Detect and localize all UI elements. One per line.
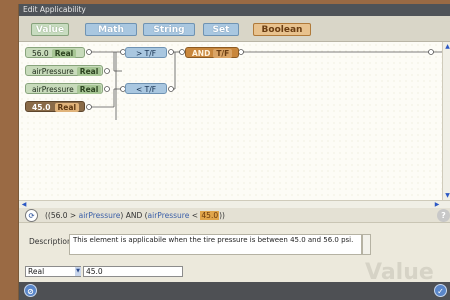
expr-prefix: ((56.0 >: [45, 211, 79, 220]
palette-set-label: Set: [212, 25, 230, 35]
block-greater-than[interactable]: > T/F: [125, 47, 167, 58]
edit-applicability-dialog: Edit Applicability Value Math String Set…: [18, 4, 450, 300]
cancel-icon[interactable]: ⊘: [24, 284, 37, 297]
palette-string-button[interactable]: String: [143, 23, 195, 36]
expr-mid: ) AND (: [120, 211, 148, 220]
dialog-title: Edit Applicability: [19, 4, 450, 16]
palette-math-label: Math: [98, 25, 124, 35]
expression-preview-bar: ⟳ ((56.0 > airPressure) AND (airPressure…: [19, 208, 450, 223]
type-select-value: Real: [28, 267, 45, 276]
block-number-56-value: 56.0: [32, 49, 49, 58]
expr-var1: airPressure: [78, 211, 121, 220]
value-input[interactable]: 45.0: [83, 266, 183, 277]
description-label: Description: [29, 237, 72, 246]
block-and-type: T/F: [213, 49, 233, 58]
block-number-45[interactable]: 45.0 Real: [25, 101, 85, 112]
block-and[interactable]: AND T/F: [185, 47, 239, 58]
palette-string-label: String: [153, 25, 185, 35]
help-icon[interactable]: ?: [437, 209, 450, 222]
palette-math-button[interactable]: Math: [85, 23, 137, 36]
block-variable-airpressure-1[interactable]: airPressure Real: [25, 65, 103, 76]
palette-value-label: Value: [35, 25, 65, 35]
scroll-up-icon[interactable]: ▲: [444, 43, 450, 50]
window-frame-left: [0, 0, 18, 300]
canvas-horizontal-scrollbar[interactable]: ◀ ▶: [19, 200, 450, 208]
description-field[interactable]: This element is applicabile when the tir…: [69, 234, 362, 255]
dialog-footer: ⊘ ✓: [19, 282, 450, 300]
type-select[interactable]: Real ▼: [25, 266, 81, 277]
block-number-45-value: 45.0: [32, 103, 51, 112]
block-less-than-label: < T/F: [135, 85, 157, 94]
palette-boolean-button[interactable]: Boolean: [253, 23, 311, 36]
palette-value-button[interactable]: Value: [31, 23, 69, 36]
refresh-icon[interactable]: ⟳: [25, 209, 38, 222]
chevron-down-icon[interactable]: ▼: [75, 267, 81, 276]
expression-canvas[interactable]: 56.0 Real airPressure Real airPressure Real…: [19, 42, 442, 200]
block-greater-than-label: > T/F: [135, 49, 157, 58]
block-variable-1-type: Real: [76, 67, 102, 76]
block-variable-2-type: Real: [76, 85, 102, 94]
scroll-down-icon[interactable]: ▼: [444, 192, 450, 199]
expr-suffix: )): [219, 211, 225, 220]
ok-check-icon[interactable]: ✓: [434, 284, 447, 297]
block-variable-2-name: airPressure: [32, 85, 74, 94]
expression-preview: ((56.0 > airPressure) AND (airPressure <…: [45, 211, 225, 220]
block-variable-airpressure-2[interactable]: airPressure Real: [25, 83, 103, 94]
block-number-45-type: Real: [54, 103, 80, 112]
expr-lt: <: [189, 211, 201, 220]
palette-boolean-label: Boolean: [261, 25, 303, 35]
description-scrollbar[interactable]: [362, 234, 371, 255]
block-and-label: AND: [192, 49, 211, 58]
block-number-56-type: Real: [51, 49, 77, 58]
expr-highlight: 45.0: [200, 211, 220, 220]
block-variable-1-name: airPressure: [32, 67, 74, 76]
block-less-than[interactable]: < T/F: [125, 83, 167, 94]
palette-set-button[interactable]: Set: [203, 23, 239, 36]
expression-palette: Value Math String Set Boolean: [19, 16, 450, 42]
expr-var2: airPressure: [147, 211, 190, 220]
block-number-56[interactable]: 56.0 Real: [25, 47, 85, 58]
canvas-vertical-scrollbar[interactable]: ▲ ▼: [442, 42, 450, 200]
